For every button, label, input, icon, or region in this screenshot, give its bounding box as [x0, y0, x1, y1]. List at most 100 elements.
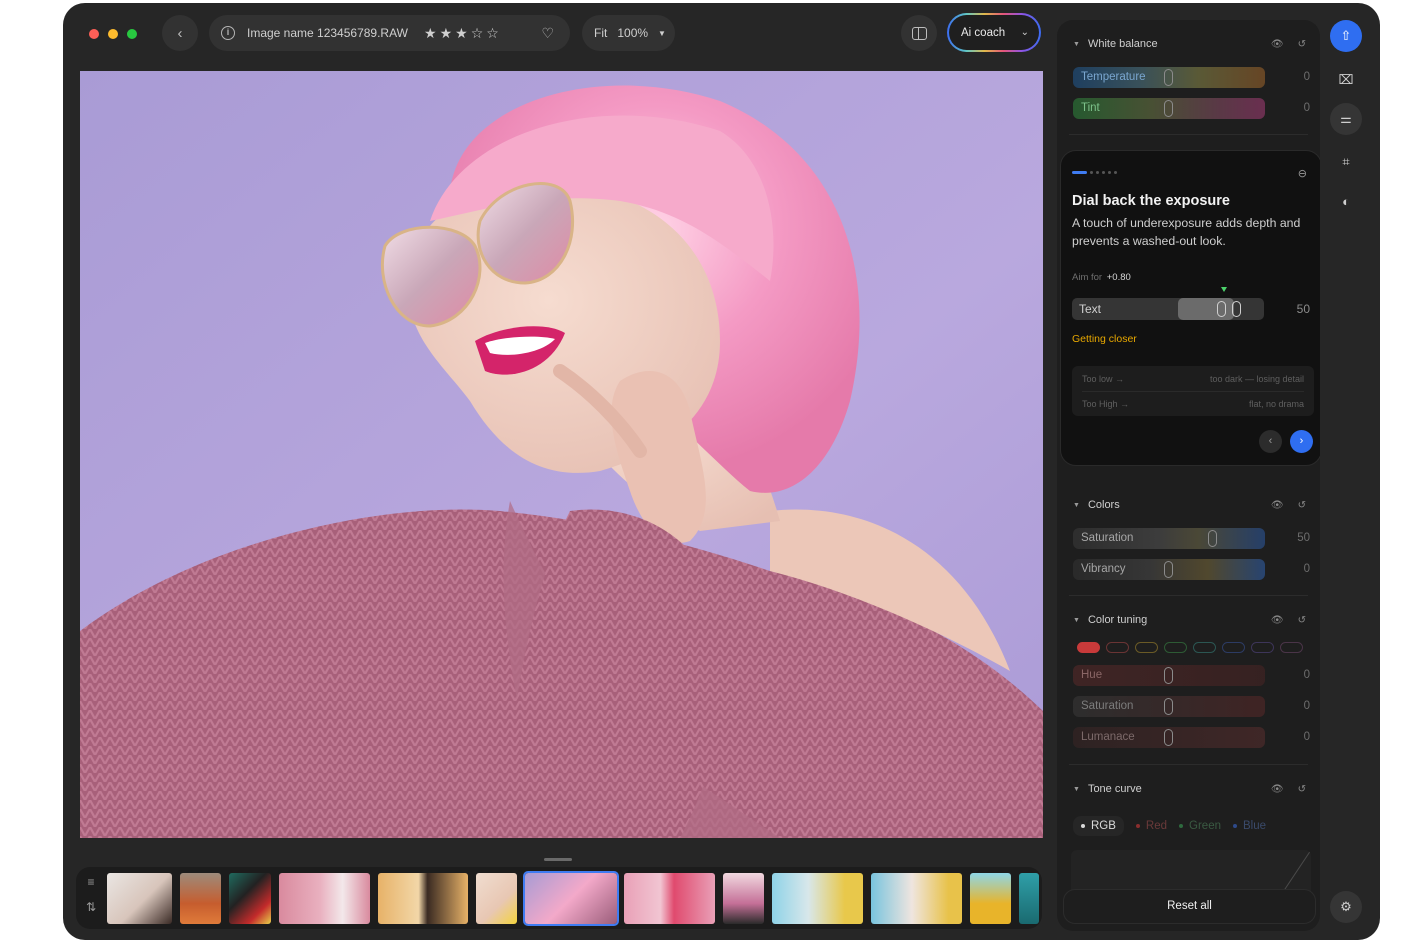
tuning-saturation-slider[interactable]: Saturation 0 [1073, 696, 1310, 717]
temperature-slider[interactable]: Temperature 0 [1073, 67, 1310, 88]
filter-icon[interactable]: ≡ [87, 875, 94, 889]
caret-down-icon: ▼ [1073, 501, 1080, 509]
thumbnail-selected[interactable] [523, 871, 619, 926]
swatch-magenta[interactable] [1280, 642, 1303, 653]
thumbnail[interactable] [107, 873, 172, 924]
masking-button[interactable]: ⌧ [1330, 64, 1362, 96]
section-color-tuning[interactable]: ▼ Color tuning 👁 ↺ [1073, 612, 1306, 628]
filmstrip-resize-handle[interactable] [544, 858, 572, 861]
slider-handle[interactable] [1164, 729, 1173, 746]
retouch-button[interactable]: ◐ [1330, 185, 1362, 217]
thumbnail[interactable] [871, 873, 962, 924]
slider-label: Lumanace [1081, 731, 1135, 743]
section-tone-curve[interactable]: ▼ Tone curve 👁 ↺ [1073, 781, 1306, 797]
main-photo[interactable] [80, 71, 1043, 838]
thumbnail[interactable] [723, 873, 764, 924]
slider-handle[interactable] [1164, 698, 1173, 715]
export-button[interactable]: ⇧ [1330, 20, 1362, 52]
swatch-purple[interactable] [1251, 642, 1274, 653]
slider-handle[interactable] [1164, 667, 1173, 684]
star-icon[interactable]: ★ [440, 25, 453, 42]
thumbnail[interactable] [1019, 873, 1039, 924]
channel-blue-tab[interactable]: Blue [1233, 820, 1266, 832]
thumbnail[interactable] [378, 873, 468, 924]
section-colors[interactable]: ▼ Colors 👁 ↺ [1073, 497, 1306, 513]
star-icon[interactable]: ★ [424, 25, 437, 42]
compare-button[interactable] [901, 15, 937, 51]
slider-label: Temperature [1081, 71, 1146, 83]
masking-icon: ⌧ [1338, 72, 1354, 87]
zoom-dropdown[interactable]: Fit 100% ▼ [582, 15, 675, 51]
back-button[interactable]: ‹ [162, 15, 198, 51]
section-white-balance[interactable]: ▼ White balance 👁 ↺ [1073, 36, 1306, 52]
previous-step-button[interactable]: ‹ [1259, 430, 1282, 453]
heart-icon[interactable]: ♡ [541, 25, 554, 42]
reset-icon[interactable]: ↺ [1298, 615, 1306, 626]
slider-label: Saturation [1081, 700, 1134, 712]
sort-icon[interactable]: ⇅ [86, 900, 96, 914]
eye-icon[interactable]: 👁 [1271, 500, 1284, 511]
reset-icon[interactable]: ↺ [1298, 784, 1306, 795]
swatch-yellow[interactable] [1135, 642, 1158, 653]
swatch-aqua[interactable] [1193, 642, 1216, 653]
swatch-blue[interactable] [1222, 642, 1245, 653]
close-window-button[interactable] [89, 29, 99, 39]
eye-icon[interactable]: 👁 [1271, 615, 1284, 626]
vibrancy-slider[interactable]: Vibrancy 0 [1073, 559, 1310, 580]
swatch-red[interactable] [1077, 642, 1100, 653]
star-outline-icon[interactable]: ☆ [486, 25, 499, 42]
eye-icon[interactable]: 👁 [1271, 784, 1284, 795]
eye-icon[interactable]: 👁 [1271, 39, 1284, 50]
thumbnail[interactable] [772, 873, 863, 924]
reset-icon[interactable]: ↺ [1298, 500, 1306, 511]
ai-coach-label: Ai coach [961, 26, 1006, 39]
swatch-orange[interactable] [1106, 642, 1129, 653]
reset-icon[interactable]: ↺ [1298, 39, 1306, 50]
star-outline-icon[interactable]: ☆ [471, 25, 484, 42]
hint-table: Too low → too dark — losing detail Too H… [1072, 366, 1314, 416]
thumbnail[interactable] [229, 873, 271, 924]
slider-handle[interactable] [1164, 100, 1173, 117]
thumbnail[interactable] [180, 873, 221, 924]
file-info-bar: i Image name 123456789.RAW ★ ★ ★ ☆ ☆ ♡ [209, 15, 570, 51]
thumbnail[interactable] [970, 873, 1011, 924]
adjustments-button[interactable]: ⚌ [1330, 103, 1362, 135]
exposure-slider[interactable]: Text [1072, 298, 1264, 320]
settings-button[interactable]: ⚙ [1330, 891, 1362, 923]
compare-icon [911, 26, 927, 40]
retouch-icon: ◐ [1342, 193, 1350, 209]
target-handle [1232, 301, 1241, 317]
file-name: Image name 123456789.RAW [247, 26, 408, 40]
star-rating[interactable]: ★ ★ ★ ☆ ☆ [424, 25, 499, 42]
tint-slider[interactable]: Tint 0 [1073, 98, 1310, 119]
slider-handle[interactable] [1208, 530, 1217, 547]
slider-value: 0 [1303, 71, 1310, 83]
reset-all-button[interactable]: Reset all [1063, 889, 1316, 924]
info-icon[interactable]: i [221, 26, 235, 40]
step-indicator [1072, 171, 1117, 174]
exit-coach-icon[interactable]: ⊖ [1298, 167, 1307, 180]
channel-rgb-tab[interactable]: RGB [1073, 816, 1124, 836]
crop-icon: ⌗ [1342, 154, 1350, 169]
crop-button[interactable]: ⌗ [1330, 146, 1362, 178]
minimize-window-button[interactable] [108, 29, 118, 39]
hue-slider[interactable]: Hue 0 [1073, 665, 1310, 686]
zoom-window-button[interactable] [127, 29, 137, 39]
aim-label: Aim for [1072, 272, 1103, 283]
thumbnail[interactable] [476, 873, 517, 924]
star-icon[interactable]: ★ [455, 25, 468, 42]
thumbnail[interactable] [279, 873, 370, 924]
next-step-button[interactable]: › [1290, 430, 1313, 453]
slider-handle[interactable] [1164, 69, 1173, 86]
ai-coach-button[interactable]: Ai coach ⌄ [947, 13, 1041, 52]
ai-coach-card: ⊖ Dial back the exposure A touch of unde… [1060, 150, 1320, 466]
swatch-green[interactable] [1164, 642, 1187, 653]
saturation-slider[interactable]: Saturation 50 [1073, 528, 1310, 549]
slider-handle[interactable] [1164, 561, 1173, 578]
channel-green-tab[interactable]: Green [1179, 820, 1221, 832]
slider-value: 50 [1297, 532, 1310, 544]
channel-red-tab[interactable]: Red [1135, 820, 1167, 832]
thumbnail[interactable] [624, 873, 715, 924]
luminance-slider[interactable]: Lumanace 0 [1073, 727, 1310, 748]
slider-handle[interactable] [1217, 301, 1226, 317]
